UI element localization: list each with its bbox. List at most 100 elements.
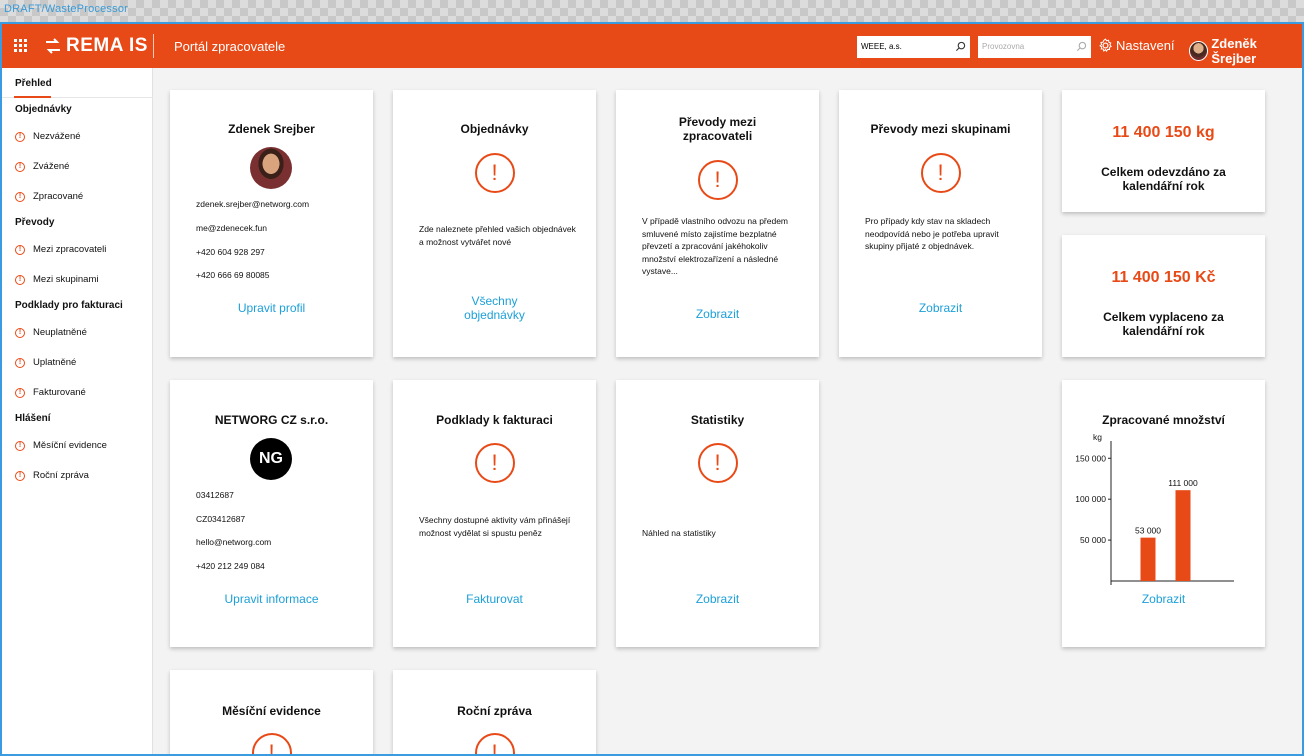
chart-y-tick-label: 150 000 — [1075, 453, 1106, 463]
sidebar-item-monthly-records[interactable]: ! Měsíční evidence — [15, 440, 107, 451]
app-launcher-icon[interactable] — [14, 39, 28, 53]
total-kg-card: 11 400 150 kg Celkem odevzdáno za kalend… — [1062, 90, 1265, 212]
sidebar-item-unclaimed[interactable]: ! Neuplatněné — [15, 327, 87, 338]
profile-name: Zdenek Srejber — [228, 122, 315, 136]
annual-report-title: Roční zpráva — [457, 704, 532, 718]
sidebar-item-label: Měsíční evidence — [33, 440, 107, 451]
sidebar-item-annual-report[interactable]: ! Roční zpráva — [15, 470, 89, 481]
processed-amount-chart: kg 50 000 100 000 150 000 53 000 2023 111 000 2… — [1075, 432, 1234, 590]
brand-logo[interactable]: REMA IS — [44, 35, 148, 57]
alert-icon: ! — [15, 440, 25, 451]
sidebar-item-label: Neuplatněné — [33, 327, 87, 338]
transfers-groups-description: Pro případy kdy stav na skladech neodpov… — [865, 216, 999, 251]
sidebar-section-invoicing: Podklady pro fakturaci — [15, 300, 123, 311]
search-icon — [1076, 41, 1087, 52]
invoicing-title: Podklady k fakturaci — [436, 413, 553, 427]
sidebar-item-label: Zvážené — [33, 161, 70, 172]
settings-button[interactable]: Nastavení — [1098, 38, 1175, 53]
alert-icon: ! — [474, 443, 515, 483]
all-orders-link[interactable]: Všechny objednávky — [393, 294, 596, 322]
transfers-processors-link[interactable]: Zobrazit — [616, 307, 819, 321]
portal-title: Portál zpracovatele — [174, 39, 286, 54]
sidebar-item-processed[interactable]: ! Zpracované — [15, 191, 83, 202]
company-card: NETWORG CZ s.r.o. NG 03412687 CZ03412687… — [170, 380, 373, 647]
alert-icon: ! — [15, 357, 25, 368]
sidebar-item-label: Fakturované — [33, 387, 86, 398]
alert-icon: ! — [697, 160, 738, 200]
company-logo: NG — [250, 438, 292, 480]
alert-icon: ! — [15, 327, 25, 338]
orders-card: Objednávky ! Zde naleznete přehled vašic… — [393, 90, 596, 357]
sidebar-item-between-processors[interactable]: ! Mezi zpracovateli — [15, 244, 106, 255]
profile-card: Zdenek Srejber zdenek.srejber@networg.co… — [170, 90, 373, 357]
profile-phone: +420 604 928 297 — [196, 247, 265, 257]
company-search-input[interactable]: WEEE, a.s. — [857, 36, 970, 58]
transfers-processors-title-line2: zpracovateli — [682, 129, 753, 143]
profile-avatar — [250, 147, 292, 189]
total-kg-value: 11 400 150 kg — [1112, 124, 1215, 141]
transfers-processors-title: Převody mezi zpracovateli — [616, 115, 819, 143]
sidebar-item-unweighed[interactable]: ! Nezvážené — [15, 131, 81, 142]
invoice-link[interactable]: Fakturovat — [393, 592, 596, 606]
sidebar-item-between-groups[interactable]: ! Mezi skupinami — [15, 274, 98, 285]
tab-overview[interactable]: Přehled — [15, 78, 52, 89]
header-divider — [153, 34, 154, 58]
profile-phone-secondary: +420 666 69 80085 — [196, 270, 270, 280]
monthly-records-card: Měsíční evidence ! — [170, 670, 373, 754]
edit-profile-link[interactable]: Upravit profil — [170, 301, 373, 315]
all-orders-link-line1: Všechny — [471, 294, 518, 308]
alert-icon: ! — [920, 153, 961, 193]
edit-company-link[interactable]: Upravit informace — [170, 592, 373, 606]
transfers-groups-link[interactable]: Zobrazit — [839, 301, 1042, 315]
sidebar-item-label: Uplatněné — [33, 357, 77, 368]
gear-icon — [1099, 38, 1112, 53]
alert-icon: ! — [474, 733, 515, 754]
sidebar-item-claimed[interactable]: ! Uplatněné — [15, 357, 76, 368]
branch-search-input[interactable]: Provozovna — [978, 36, 1091, 58]
chart-data-label: 53 000 — [1135, 526, 1161, 536]
chart-bar — [1175, 490, 1191, 581]
user-menu[interactable]: Zdeněk Šrejber — [1189, 36, 1302, 66]
chart-x-tick-label: 2023 — [1139, 589, 1158, 590]
draft-title: DRAFT/WasteProcessor — [4, 3, 129, 15]
sidebar-section-transfers: Převody — [15, 217, 55, 228]
alert-icon: ! — [15, 191, 25, 202]
total-czk-label-line1: Celkem vyplaceno za — [1103, 310, 1224, 324]
company-name: NETWORG CZ s.r.o. — [214, 413, 329, 427]
transfers-groups-card: Převody mezi skupinami ! Pro případy kdy… — [839, 90, 1042, 357]
statistics-link[interactable]: Zobrazit — [616, 592, 819, 606]
canvas-background — [0, 0, 1304, 22]
alert-icon: ! — [15, 131, 25, 142]
chart-y-axis-label: kg — [1093, 432, 1102, 442]
total-kg-label-line2: kalendářní rok — [1122, 179, 1205, 193]
invoicing-description: Všechny dostupné aktivity vám přinášejí … — [419, 515, 571, 538]
processed-amount-link[interactable]: Zobrazit — [1062, 592, 1265, 606]
app-frame: REMA IS Portál zpracovatele WEEE, a.s. P… — [0, 22, 1304, 756]
monthly-records-title: Měsíční evidence — [222, 704, 321, 718]
company-vat-id: CZ03412687 — [196, 514, 246, 524]
profile-email: zdenek.srejber@networg.com — [196, 199, 310, 209]
sidebar-section-reports: Hlášení — [15, 413, 51, 424]
user-name: Zdeněk Šrejber — [1211, 36, 1257, 66]
company-email: hello@networg.com — [196, 537, 272, 547]
sidebar-item-label: Mezi zpracovateli — [33, 244, 107, 255]
transfers-processors-card: Převody mezi zpracovateli ! V případě vl… — [616, 90, 819, 357]
chart-bar — [1140, 537, 1156, 581]
search-icon — [955, 41, 966, 52]
sidebar: Přehled Objednávky ! Nezvážené ! Zvážené !… — [2, 68, 153, 754]
sidebar-item-weighed[interactable]: ! Zvážené — [15, 161, 69, 172]
profile-email-secondary: me@zdenecek.fun — [196, 223, 268, 233]
total-czk-label-line2: kalendářní rok — [1122, 324, 1205, 338]
user-avatar — [1189, 41, 1209, 61]
annual-report-card: Roční zpráva ! — [393, 670, 596, 754]
brand-name: REMA IS — [66, 35, 148, 56]
chart-y-tick-label: 100 000 — [1075, 494, 1106, 504]
sidebar-item-invoiced[interactable]: ! Fakturované — [15, 387, 86, 398]
active-tab-indicator — [14, 96, 51, 98]
sidebar-section-orders: Objednávky — [15, 104, 72, 115]
chart-x-tick-label: 2024 — [1174, 589, 1193, 590]
transfers-groups-title: Převody mezi skupinami — [870, 122, 1011, 136]
statistics-description: Náhled na statistiky — [642, 528, 716, 538]
processed-amount-card: Zpracované množství kg 50 000 100 000 150 0… — [1062, 380, 1265, 647]
alert-icon: ! — [15, 161, 25, 172]
